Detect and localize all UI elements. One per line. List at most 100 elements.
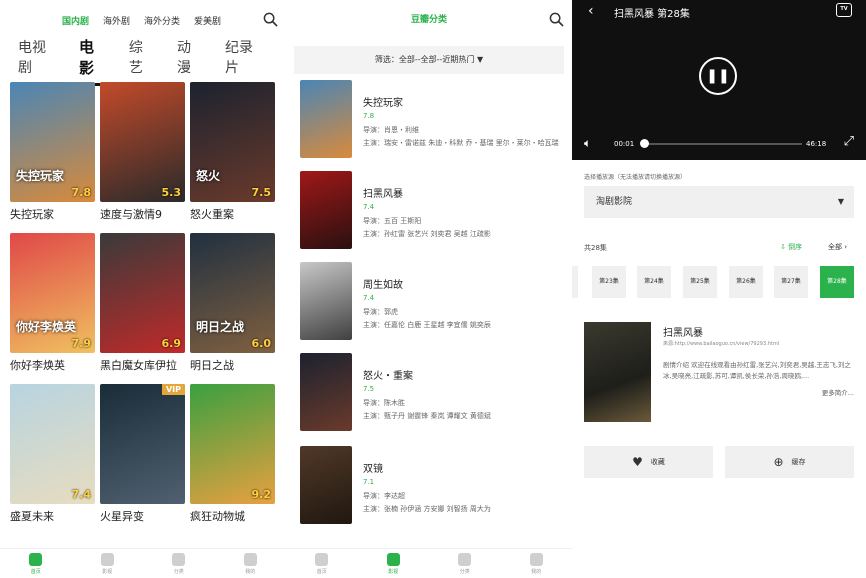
bottom-nav-label: 首页 <box>316 568 327 575</box>
bottom-nav-label: 分类 <box>459 568 470 575</box>
list-item[interactable]: 周生如故 7.4 导演：郭虎 主演：任嘉伦 白鹿 王星越 李宜儒 姚奕辰 <box>300 262 570 342</box>
episode-button[interactable]: 第24集 <box>637 266 671 298</box>
list-director: 导演：陈木胜 <box>363 399 405 407</box>
episode-button[interactable] <box>572 266 578 298</box>
bottom-nav-video[interactable]: 影视 <box>100 552 114 575</box>
list-rating: 7.8 <box>363 112 375 120</box>
list-title: 双镜 <box>363 464 383 475</box>
movie-poster[interactable]: 明日之战 6.0 <box>190 233 275 353</box>
source-select[interactable]: 淘剧影院 ▼ <box>584 186 854 218</box>
list-thumb <box>300 262 352 340</box>
movie-poster[interactable]: 5.3 <box>100 82 185 202</box>
movie-rating: 9.2 <box>251 488 272 501</box>
poster-text: 你好李焕英 <box>16 320 77 334</box>
movie-poster[interactable]: 你好李焕英 7.9 <box>10 233 95 353</box>
movie-poster[interactable]: VIP <box>100 384 185 504</box>
grid-icon <box>100 552 114 566</box>
list-actors: 主演：张楠 孙伊涵 方安娜 刘智扬 周大为 <box>363 505 491 513</box>
download-label: 缓存 <box>791 458 806 466</box>
movie-rating: 7.4 <box>71 488 92 501</box>
list-item[interactable]: 失控玩家 7.8 导演：肖恩・利维 主演：瑞安・雷诺兹 朱迪・科默 乔・基瑞 里… <box>300 80 570 160</box>
download-button[interactable]: ⊕ 缓存 <box>725 446 854 478</box>
bottom-nav-mine[interactable]: 我的 <box>529 552 543 575</box>
grid-icon <box>386 552 400 566</box>
movie-card[interactable]: VIP 火星异变 <box>100 384 185 524</box>
movie-title: 盛夏未来 <box>10 510 54 523</box>
nav-overseas[interactable]: 海外剧 <box>103 14 130 27</box>
user-icon <box>243 552 257 566</box>
movie-title: 你好李焕英 <box>10 359 65 372</box>
fullscreen-icon[interactable]: ⤢ <box>844 134 854 149</box>
all-episodes-button[interactable]: 全部 › <box>828 242 847 252</box>
poster-text: 明日之战 <box>196 320 245 334</box>
tab-anime[interactable]: 动漫 <box>177 37 203 77</box>
tv-cast-icon[interactable]: TV <box>836 3 852 17</box>
bottom-nav-video[interactable]: 影视 <box>386 552 400 575</box>
source-label: 选择播放源（无法播放请切换播放源） <box>584 174 687 181</box>
nav-overseas-category[interactable]: 海外分类 <box>144 14 180 27</box>
list-actors: 主演：任嘉伦 白鹿 王星越 李宜儒 姚奕辰 <box>363 321 491 329</box>
video-player[interactable]: ‹ 扫黑风暴 第28集 TV ❚❚ 🔈︎ 00:01 46:18 ⤢ <box>572 0 866 160</box>
more-intro-link[interactable]: 更多简介... <box>822 387 854 397</box>
episode-button[interactable]: 第25集 <box>683 266 717 298</box>
episode-button[interactable]: 第27集 <box>774 266 808 298</box>
movie-card[interactable]: 怒火 7.5 怒火重案 <box>190 82 275 222</box>
episode-button[interactable]: 第23集 <box>592 266 626 298</box>
sort-button[interactable]: ⇩ 倒序 <box>780 242 802 252</box>
list-item[interactable]: 扫黑风暴 7.4 导演：五百 王斯阳 主演：孙红雷 张艺兴 刘奕君 吴越 江疏影 <box>300 171 570 251</box>
search-icon[interactable] <box>263 12 278 27</box>
back-arrow-icon[interactable]: ‹ <box>588 3 594 19</box>
episode-button[interactable]: 第26集 <box>729 266 763 298</box>
movie-card[interactable]: 6.9 黑白魔女库伊拉 <box>100 233 185 373</box>
tab-movie[interactable]: 电影 <box>79 36 107 86</box>
tab-tv[interactable]: 电视剧 <box>18 37 57 77</box>
tab-variety[interactable]: 综艺 <box>129 37 155 77</box>
heart-icon: ♥ <box>632 455 643 469</box>
progress-bar[interactable] <box>642 143 802 145</box>
progress-knob[interactable] <box>639 139 649 148</box>
player-panel: ‹ 扫黑风暴 第28集 TV ❚❚ 🔈︎ 00:01 46:18 ⤢ 选择播放源… <box>572 0 866 578</box>
movie-card[interactable]: 明日之战 6.0 明日之战 <box>190 233 275 373</box>
movie-poster[interactable]: 失控玩家 7.8 <box>10 82 95 202</box>
detail-title: 扫黑风暴 <box>663 328 703 339</box>
sort-label: 倒序 <box>788 243 803 251</box>
bottom-nav-home[interactable]: 首页 <box>29 552 43 575</box>
movie-poster[interactable]: 怒火 7.5 <box>190 82 275 202</box>
filter-bar[interactable]: 筛选：全部--全部--近期热门 ▼ <box>294 46 564 74</box>
caret-down-icon: ▼ <box>837 197 844 206</box>
nav-us-series[interactable]: 爱美剧 <box>194 14 221 27</box>
video-title: 扫黑风暴 第28集 <box>614 9 690 20</box>
source-value: 淘剧影院 <box>596 197 633 207</box>
movie-card[interactable]: 你好李焕英 7.9 你好李焕英 <box>10 233 95 373</box>
movie-rating: 6.0 <box>251 337 272 350</box>
movie-card[interactable]: 5.3 速度与激情9 <box>100 82 185 222</box>
bottom-nav-mine[interactable]: 我的 <box>243 552 257 575</box>
home-panel: 国内剧 海外剧 海外分类 爱美剧 电视剧 电影 综艺 动漫 纪录片 失控玩家 7.… <box>0 0 286 578</box>
list-item[interactable]: 怒火・重案 7.5 导演：陈木胜 主演：甄子丹 谢霆锋 秦岚 谭耀文 黄德斌 <box>300 353 570 433</box>
list-thumb <box>300 353 352 431</box>
tab-documentary[interactable]: 纪录片 <box>225 37 264 77</box>
poster-text: 失控玩家 <box>16 169 65 183</box>
episode-button-active[interactable]: 第28集 <box>820 266 854 298</box>
list-title: 周生如故 <box>363 280 403 291</box>
list-item[interactable]: 双镜 7.1 导演：李达超 主演：张楠 孙伊涵 方安娜 刘智扬 周大为 <box>300 446 570 526</box>
volume-icon[interactable]: 🔈︎ <box>584 136 591 151</box>
bottom-nav-category[interactable]: 分类 <box>458 552 472 575</box>
pause-icon[interactable]: ❚❚ <box>699 57 737 95</box>
movie-poster[interactable]: 9.2 <box>190 384 275 504</box>
movie-title: 怒火重案 <box>190 208 234 221</box>
favorite-button[interactable]: ♥ 收藏 <box>584 446 713 478</box>
bottom-nav-home[interactable]: 首页 <box>315 552 329 575</box>
detail-poster <box>584 322 651 422</box>
movie-poster[interactable]: 7.4 <box>10 384 95 504</box>
bottom-nav-category[interactable]: 分类 <box>172 552 186 575</box>
movie-card[interactable]: 7.4 盛夏未来 <box>10 384 95 524</box>
movie-card[interactable]: 失控玩家 7.8 失控玩家 <box>10 82 95 222</box>
movie-poster[interactable]: 6.9 <box>100 233 185 353</box>
search-icon[interactable] <box>549 12 564 27</box>
folder-icon <box>458 552 472 566</box>
nav-domestic[interactable]: 国内剧 <box>62 14 89 27</box>
total-time: 46:18 <box>806 140 827 148</box>
movie-card[interactable]: 9.2 疯狂动物城 <box>190 384 275 524</box>
top-nav: 国内剧 海外剧 海外分类 爱美剧 <box>0 0 286 40</box>
